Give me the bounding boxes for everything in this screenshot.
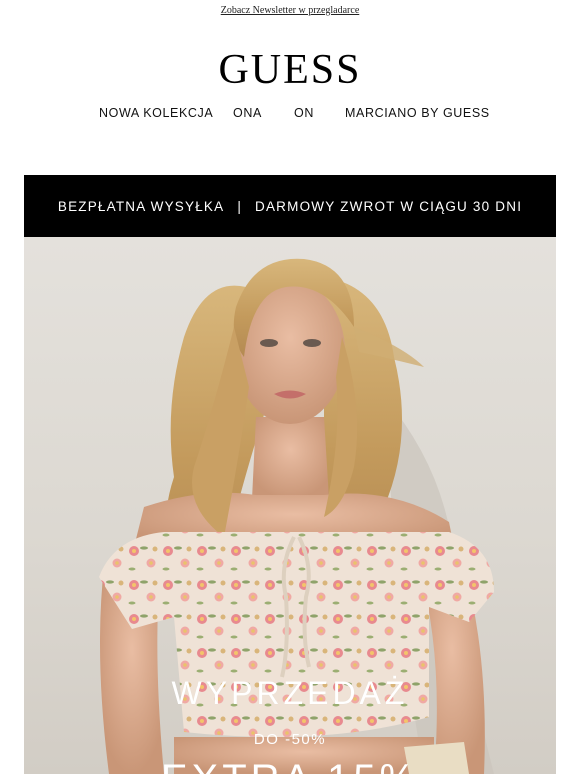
- sale-headline: WYPRZEDAŻ: [171, 675, 409, 711]
- nav-item-ona[interactable]: ONA: [233, 106, 262, 120]
- shipping-banner[interactable]: BEZPŁATNA WYSYŁKA | DARMOWY ZWROT W CIĄG…: [24, 175, 556, 237]
- preheader: Zobacz Newsletter w przegladarce: [0, 0, 580, 22]
- hero-banner[interactable]: WYPRZEDAŻ DO -50% EXTRA 15%: [24, 237, 556, 774]
- free-returns-text: DARMOWY ZWROT W CIĄGU 30 DNI: [255, 198, 523, 214]
- free-shipping-text: BEZPŁATNA WYSYŁKA: [57, 198, 225, 214]
- view-in-browser-link[interactable]: Zobacz Newsletter w przegladarce: [221, 5, 360, 16]
- nav-item-on[interactable]: ON: [294, 106, 314, 120]
- sale-extra-discount: EXTRA 15%: [24, 755, 556, 774]
- guess-logo[interactable]: GUESS: [0, 46, 580, 94]
- main-nav: NOWA KOLEKCJA ONA ON MARCIANO BY GUESS: [0, 106, 580, 124]
- nav-item-nowa-kolekcja[interactable]: NOWA KOLEKCJA: [99, 106, 213, 120]
- sale-subline: DO -50%: [253, 731, 327, 748]
- nav-item-marciano[interactable]: MARCIANO BY GUESS: [345, 106, 490, 120]
- banner-separator: |: [237, 198, 243, 214]
